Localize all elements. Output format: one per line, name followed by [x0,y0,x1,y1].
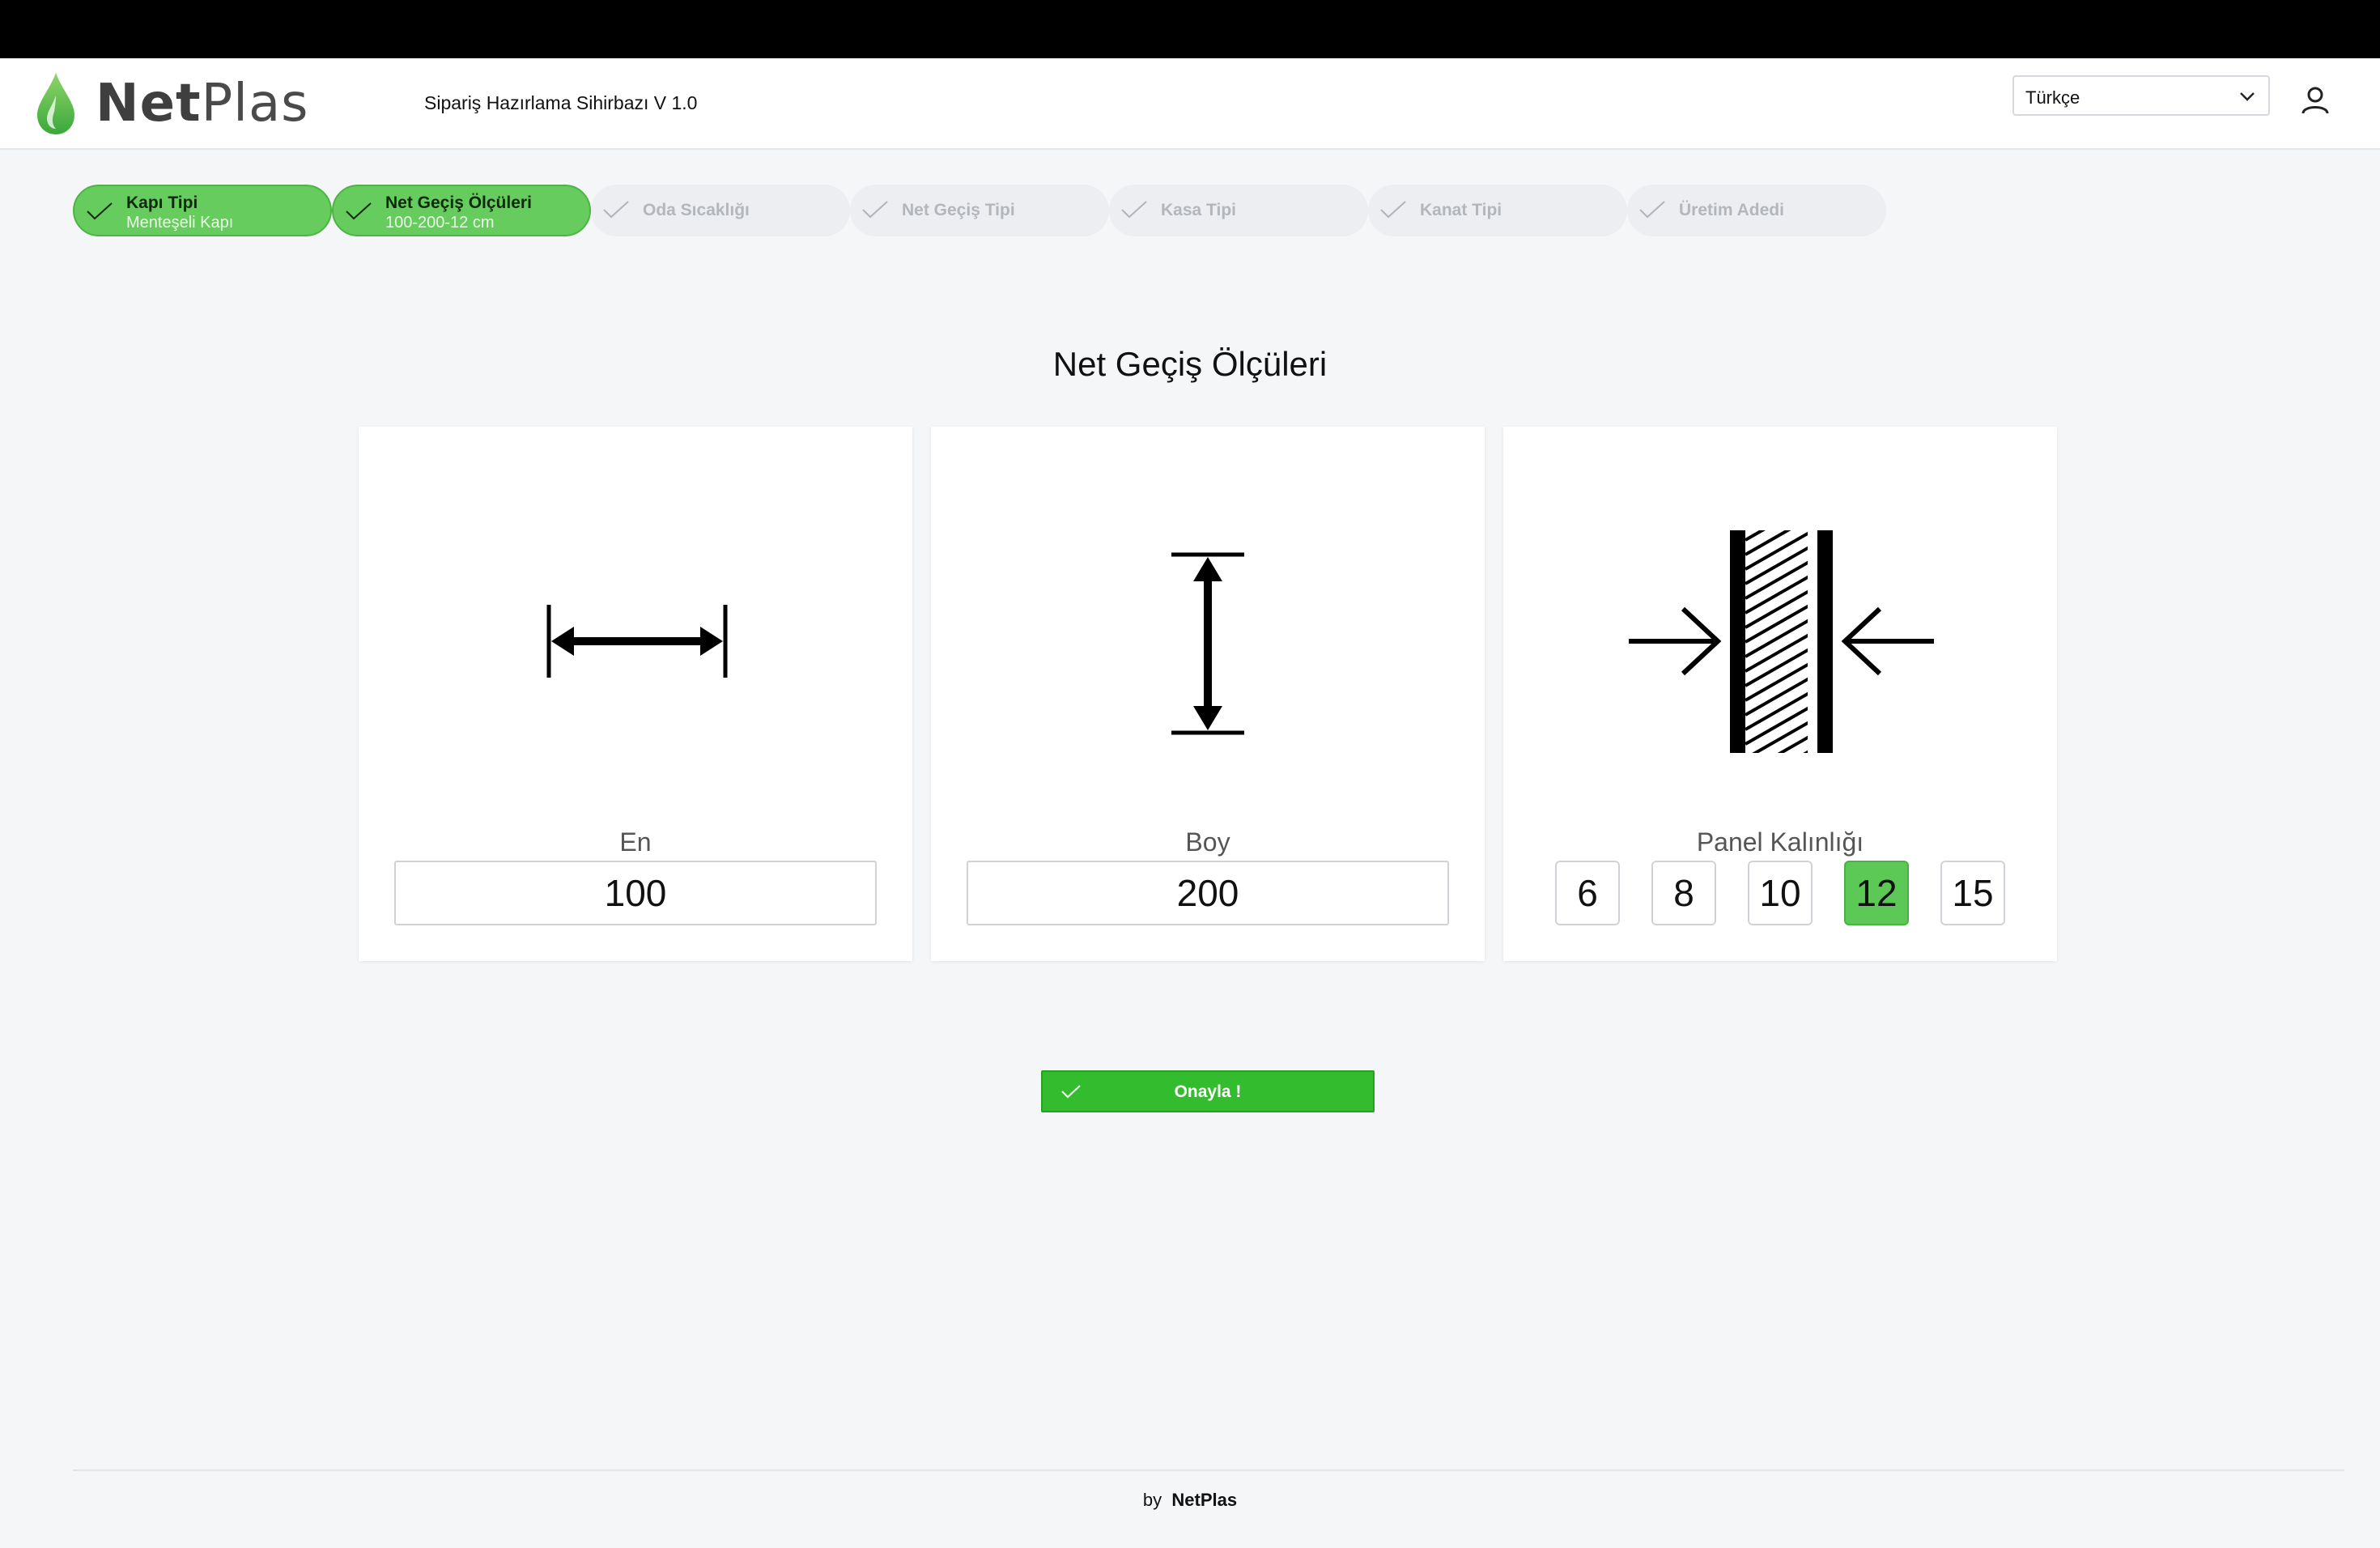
check-icon [86,201,113,226]
step-label: Oda Sıcaklığı [643,201,750,219]
thickness-option-12-selected[interactable]: 12 [1844,861,1909,925]
check-icon [602,199,630,224]
check-icon [1120,199,1148,224]
step-kanat-tipi[interactable]: Kanat Tipi [1368,185,1627,236]
chevron-down-icon [2238,87,2257,110]
confirm-label: Onayla ! [1174,1082,1242,1101]
step-value: Menteşeli Kapı [126,214,234,232]
page-title: Net Geçiş Ölçüleri [1052,345,1328,383]
horizontal-dimension-icon [359,427,912,815]
user-icon[interactable] [2299,84,2331,121]
step-kasa-tipi[interactable]: Kasa Tipi [1109,185,1368,236]
check-icon [345,201,372,226]
footer-divider [73,1469,2344,1471]
footer: by NetPlas [0,1490,2380,1511]
app-title: Sipariş Hazırlama Sihirbazı V 1.0 [424,92,698,113]
height-label: Boy [1185,827,1230,857]
width-input[interactable] [394,861,877,925]
thickness-option-15[interactable]: 15 [1940,861,2005,925]
width-label: En [619,827,652,857]
panel-thickness-icon [1503,427,2057,815]
drop-logo-icon [37,73,74,134]
step-net-gecis-olculeri[interactable]: Net Geçiş Ölçüleri 100-200-12 cm [332,185,591,236]
confirm-button[interactable]: Onayla ! [1041,1070,1375,1112]
step-uretim-adedi[interactable]: Üretim Adedi [1627,185,1886,236]
thickness-option-10[interactable]: 10 [1748,861,1813,925]
check-icon [1638,199,1666,224]
step-kapi-tipi[interactable]: Kapı Tipi Menteşeli Kapı [73,185,332,236]
top-black-bar [0,0,2380,58]
step-label: Kapı Tipi [126,194,198,212]
check-icon [1379,199,1407,224]
height-input[interactable] [967,861,1449,925]
logo[interactable]: NetPlas [34,71,309,136]
step-label: Net Geçiş Tipi [902,201,1015,219]
step-label: Net Geçiş Ölçüleri [385,194,532,212]
step-label: Kanat Tipi [1420,201,1502,219]
brand-name: NetPlas [96,74,309,134]
thickness-option-6[interactable]: 6 [1555,861,1620,925]
panel-thickness-label: Panel Kalınlığı [1696,827,1864,857]
vertical-dimension-icon [931,427,1485,815]
footer-brand: NetPlas [1171,1490,1238,1510]
language-select[interactable]: Türkçe [2012,75,2270,116]
step-oda-sicakligi[interactable]: Oda Sıcaklığı [591,185,850,236]
step-net-gecis-tipi[interactable]: Net Geçiş Tipi [850,185,1109,236]
check-icon [861,199,889,224]
footer-prefix: by [1142,1490,1162,1510]
thickness-option-8[interactable]: 8 [1651,861,1716,925]
step-label: Üretim Adedi [1679,201,1784,219]
language-value: Türkçe [2025,87,2080,108]
step-label: Kasa Tipi [1161,201,1236,219]
step-value: 100-200-12 cm [385,214,495,232]
